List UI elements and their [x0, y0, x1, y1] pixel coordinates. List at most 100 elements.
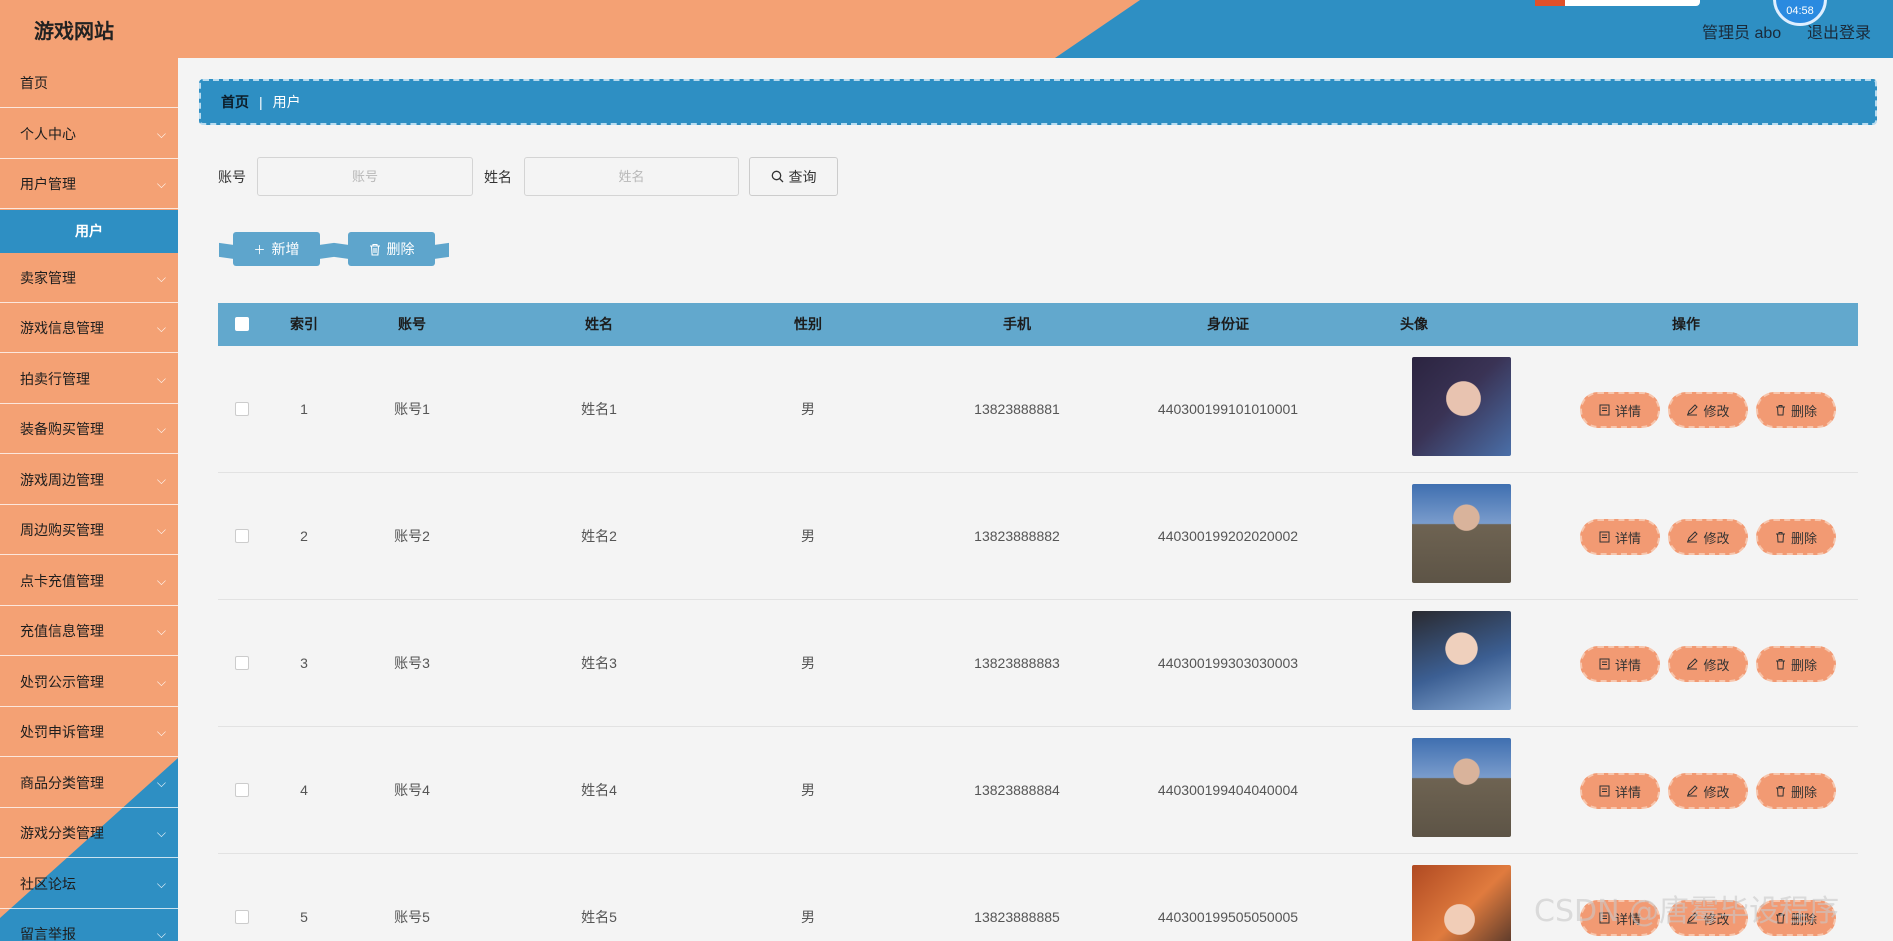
sidebar-item-8[interactable]: 游戏周边管理 ⌵ [0, 455, 178, 505]
sidebar-item-label: 用户管理 [20, 176, 76, 192]
add-button[interactable]: ＋ 新增 [233, 232, 320, 266]
name-search-input[interactable] [524, 157, 739, 196]
row-delete-button[interactable]: 删除 [1756, 392, 1836, 428]
sidebar-item-9[interactable]: 周边购买管理 ⌵ [0, 505, 178, 555]
sidebar-item-12[interactable]: 处罚公示管理 ⌵ [0, 657, 178, 707]
cell-gender: 男 [801, 401, 815, 417]
row-detail-button[interactable]: 详情 [1580, 519, 1660, 555]
sidebar-item-7[interactable]: 装备购买管理 ⌵ [0, 404, 178, 454]
query-button[interactable]: 查询 [749, 157, 838, 196]
cell-name: 姓名3 [581, 655, 617, 671]
table-row: 1 账号1 姓名1 男 13823888881 440300199101010001 详情 修… [218, 346, 1858, 473]
current-user-label: 管理员 abo [1702, 25, 1782, 42]
row-edit-button[interactable]: 修改 [1668, 646, 1748, 682]
row-checkbox[interactable] [235, 656, 249, 670]
chevron-down-icon: ⌵ [156, 674, 166, 689]
chevron-down-icon: ⌵ [156, 177, 166, 191]
sidebar-item-17[interactable]: 留言举报 ⌵ [0, 909, 178, 941]
cell-index: 3 [300, 655, 308, 671]
sidebar-item-label: 留言举报 [20, 926, 76, 941]
site-brand: 游戏网站 [34, 21, 114, 43]
sidebar-item-6[interactable]: 拍卖行管理 ⌵ [0, 354, 178, 404]
sidebar-item-16[interactable]: 社区论坛 ⌵ [0, 859, 178, 909]
row-action-label: 详情 [1614, 784, 1641, 800]
row-delete-button[interactable]: 删除 [1756, 773, 1836, 809]
breadcrumb: 首页 | 用户 [199, 79, 1877, 125]
row-delete-button[interactable]: 删除 [1756, 646, 1836, 682]
sidebar-item-11[interactable]: 充值信息管理 ⌵ [0, 606, 178, 656]
sidebar-item-5[interactable]: 游戏信息管理 ⌵ [0, 303, 178, 353]
avatar-image [1412, 357, 1511, 456]
chevron-down-icon: ⌵ [156, 371, 166, 386]
sidebar-item-0[interactable]: 首页 [0, 58, 178, 108]
top-header: 游戏网站 04:58 管理员 abo 退出登录 [0, 0, 1893, 58]
trash-icon [1775, 785, 1786, 797]
row-checkbox[interactable] [235, 529, 249, 543]
row-checkbox[interactable] [235, 783, 249, 797]
sidebar-item-13[interactable]: 处罚申诉管理 ⌵ [0, 707, 178, 757]
chevron-down-icon: ⌵ [156, 876, 166, 891]
sidebar-item-10[interactable]: 点卡充值管理 ⌵ [0, 556, 178, 606]
cell-name: 姓名1 [581, 401, 617, 417]
row-checkbox[interactable] [235, 910, 249, 924]
cell-id-card: 440300199404040004 [1157, 782, 1299, 798]
sidebar-item-label: 首页 [20, 75, 48, 91]
breadcrumb-home[interactable]: 首页 [221, 94, 249, 110]
row-checkbox[interactable] [235, 402, 249, 416]
column-header-phone: 手机 [1003, 316, 1031, 332]
cell-name: 姓名4 [581, 782, 617, 798]
avatar-image [1412, 611, 1511, 710]
cell-id-card: 440300199202020002 [1157, 528, 1299, 544]
sidebar-item-label: 装备购买管理 [20, 421, 104, 437]
batch-delete-button[interactable]: 删除 [348, 232, 435, 266]
table-header: 索引 账号 姓名 性别 手机 身份证 头像 操作 [218, 303, 1858, 346]
sidebar-item-2[interactable]: 用户管理 ⌵ [0, 159, 178, 209]
sidebar-item-14[interactable]: 商品分类管理 ⌵ [0, 758, 178, 808]
query-button-label: 查询 [788, 168, 817, 185]
select-all-checkbox[interactable] [235, 317, 249, 331]
cell-index: 2 [300, 528, 308, 544]
sidebar-item-15[interactable]: 游戏分类管理 ⌵ [0, 808, 178, 858]
document-icon [1599, 785, 1610, 797]
row-delete-button[interactable]: 删除 [1756, 519, 1836, 555]
cell-name: 姓名2 [581, 528, 617, 544]
cell-gender: 男 [801, 655, 815, 671]
row-action-label: 详情 [1614, 403, 1641, 419]
row-action-label: 修改 [1703, 403, 1730, 419]
row-edit-button[interactable]: 修改 [1668, 773, 1748, 809]
user-table: 索引 账号 姓名 性别 手机 身份证 头像 操作 1 账号1 姓名1 男 1382388… [218, 303, 1858, 941]
cell-phone: 13823888883 [974, 655, 1060, 671]
sidebar-item-1[interactable]: 个人中心 ⌵ [0, 109, 178, 159]
cell-id-card: 440300199101010001 [1157, 401, 1299, 417]
table-row: 3 账号3 姓名3 男 13823888883 440300199303030003 详情 修… [218, 600, 1858, 727]
cell-gender: 男 [801, 528, 815, 544]
avatar-image [1412, 865, 1511, 941]
column-header-account: 账号 [398, 316, 426, 332]
row-action-label: 删除 [1790, 403, 1817, 419]
column-header-id-card: 身份证 [1207, 316, 1249, 332]
trash-icon [1775, 531, 1786, 543]
trash-icon [1775, 404, 1786, 416]
account-label: 账号 [218, 169, 246, 185]
cell-gender: 男 [801, 909, 815, 925]
sidebar-item-label: 周边购买管理 [20, 522, 104, 538]
sidebar-item-label: 点卡充值管理 [20, 572, 104, 589]
search-icon [771, 170, 783, 183]
sidebar-item-4[interactable]: 卖家管理 ⌵ [0, 253, 178, 303]
row-edit-button[interactable]: 修改 [1668, 392, 1748, 428]
cell-account: 账号4 [394, 782, 430, 798]
sidebar-item-label: 个人中心 [20, 125, 76, 142]
batch-delete-button-label: 删除 [386, 241, 415, 257]
row-action-label: 修改 [1703, 657, 1730, 673]
row-detail-button[interactable]: 详情 [1580, 646, 1660, 682]
logout-link[interactable]: 退出登录 [1807, 19, 1871, 43]
document-icon [1599, 531, 1610, 543]
sidebar-item-label: 充值信息管理 [20, 623, 104, 639]
sidebar-item-label: 游戏信息管理 [20, 320, 104, 336]
row-edit-button[interactable]: 修改 [1668, 519, 1748, 555]
account-search-input[interactable] [257, 157, 473, 196]
row-detail-button[interactable]: 详情 [1580, 392, 1660, 428]
pencil-icon [1686, 404, 1699, 416]
row-detail-button[interactable]: 详情 [1580, 773, 1660, 809]
sidebar-subitem-3[interactable]: 用户 [0, 209, 178, 253]
